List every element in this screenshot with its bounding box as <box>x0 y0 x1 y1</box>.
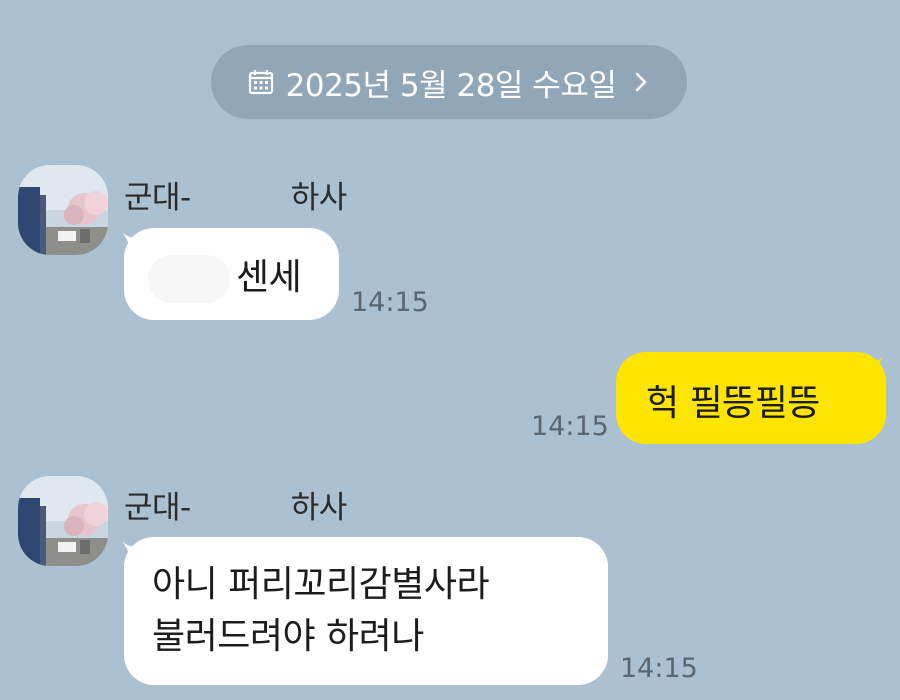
message-time: 14:15 <box>531 411 609 442</box>
redacted-text <box>148 255 230 303</box>
message-text: 헉 필뜽필뜽 <box>646 383 821 424</box>
message-bubble[interactable]: 아니 퍼리꼬리감별사라 불러드려야 하려나 <box>124 537 608 685</box>
message-bubble[interactable]: 헉 필뜽필뜽 <box>616 352 886 444</box>
sender-name-prefix: 군대- <box>124 490 191 526</box>
message-text-line: 불러드려야 하려나 <box>152 616 424 657</box>
sender-avatar[interactable] <box>18 165 108 255</box>
sender-name-prefix: 군대- <box>124 180 191 216</box>
chevron-right-icon <box>632 69 650 95</box>
message-bubble[interactable]: 센세 <box>124 228 339 320</box>
message-text-line: 아니 퍼리꼬리감별사라 <box>152 564 490 605</box>
sender-name-suffix: 하사 <box>290 180 348 216</box>
bubble-tail <box>868 354 886 374</box>
calendar-icon <box>248 69 274 95</box>
sender-name: 군대- 하사 <box>124 482 347 527</box>
date-separator[interactable]: 2025년 5월 28일 수요일 <box>211 45 687 119</box>
message-text: 센세 <box>236 257 302 298</box>
message-time: 14:15 <box>351 287 429 318</box>
sender-avatar[interactable] <box>18 476 108 566</box>
message-time: 14:15 <box>620 653 698 684</box>
sender-name-suffix: 하사 <box>290 490 348 526</box>
date-label: 2025년 5월 28일 수요일 <box>285 67 617 104</box>
sender-name: 군대- 하사 <box>124 172 347 217</box>
